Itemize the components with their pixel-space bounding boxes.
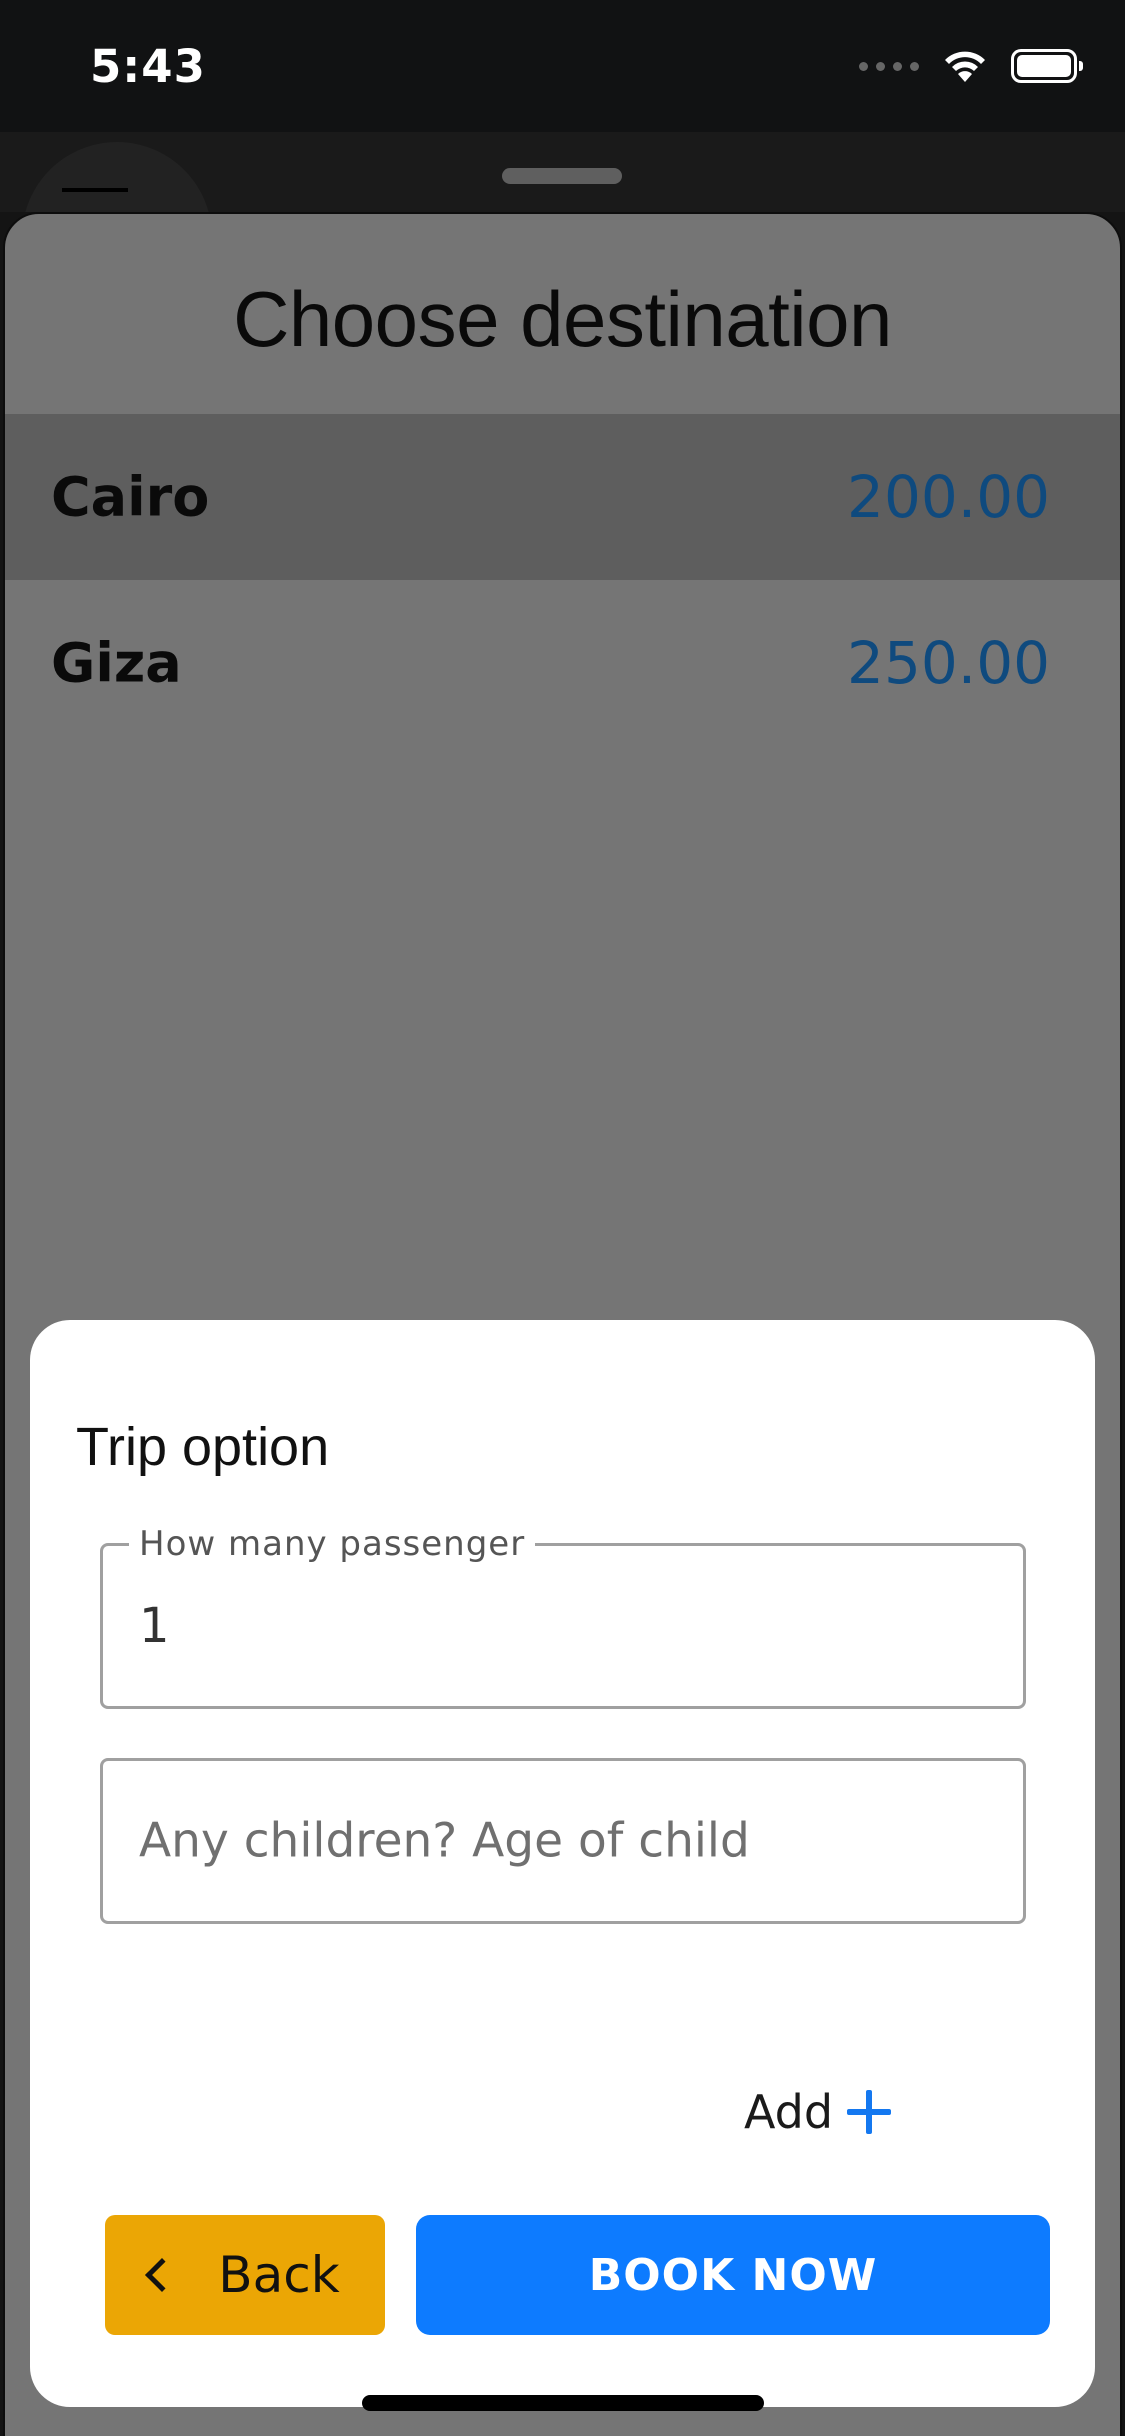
passenger-count-field[interactable]: How many passenger 1 <box>100 1524 1026 1709</box>
status-time: 5:43 <box>90 40 206 93</box>
passenger-count-value[interactable]: 1 <box>139 1598 170 1654</box>
destination-name: Giza <box>51 631 182 695</box>
sheet-title: Choose destination <box>233 275 892 363</box>
back-label: Back <box>218 2246 340 2304</box>
children-age-field[interactable]: Any children? Age of child <box>100 1758 1026 1924</box>
back-button[interactable]: Back <box>105 2215 385 2335</box>
sheet-drag-handle[interactable] <box>502 168 622 184</box>
signal-icon <box>859 61 919 71</box>
plus-icon <box>847 2090 892 2134</box>
background-logo <box>22 142 212 212</box>
children-age-placeholder: Any children? Age of child <box>139 1813 750 1869</box>
home-indicator[interactable] <box>362 2395 764 2411</box>
book-now-button[interactable]: BOOK NOW <box>416 2215 1050 2335</box>
menu-icon <box>62 188 128 192</box>
trip-option-dialog: Trip option How many passenger 1 Any chi… <box>30 1320 1095 2407</box>
destination-row-cairo[interactable]: Cairo 200.00 <box>5 414 1120 580</box>
status-icons <box>859 48 1083 84</box>
dialog-title: Trip option <box>76 1417 330 1477</box>
wifi-icon <box>945 51 985 82</box>
add-label: Add <box>744 2085 834 2139</box>
passenger-count-label: How many passenger <box>129 1524 536 1564</box>
destination-price: 200.00 <box>847 463 1050 531</box>
destination-row-giza[interactable]: Giza 250.00 <box>5 580 1120 746</box>
battery-icon <box>1011 49 1083 83</box>
add-button[interactable]: Add <box>744 2085 892 2139</box>
destination-name: Cairo <box>51 465 210 529</box>
destination-price: 250.00 <box>847 629 1050 697</box>
chevron-left-icon <box>145 2258 180 2292</box>
status-bar: 5:43 <box>0 0 1125 132</box>
